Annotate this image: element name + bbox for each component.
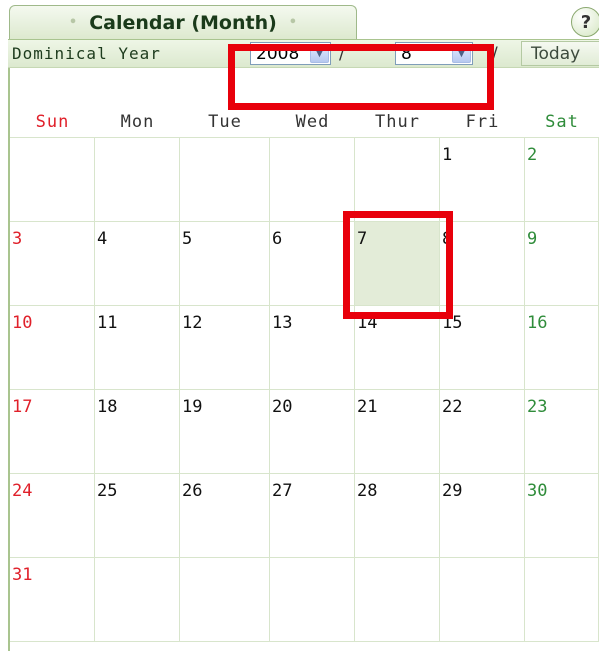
day-cell-empty <box>180 138 270 222</box>
day-cell-24[interactable]: 24 <box>10 474 95 558</box>
day-cell-17[interactable]: 17 <box>10 390 95 474</box>
day-cell-19[interactable]: 19 <box>180 390 270 474</box>
day-number: 10 <box>12 313 33 333</box>
day-number: 8 <box>442 229 453 249</box>
day-number: 28 <box>357 481 378 501</box>
day-number: 29 <box>442 481 463 501</box>
day-cell-empty <box>355 138 440 222</box>
day-cell-26[interactable]: 26 <box>180 474 270 558</box>
day-cell-13[interactable]: 13 <box>270 306 355 390</box>
day-cell-31[interactable]: 31 <box>10 558 95 642</box>
day-number: 26 <box>182 481 203 501</box>
day-cell-15[interactable]: 15 <box>440 306 525 390</box>
day-number: 7 <box>357 229 368 249</box>
day-number: 16 <box>527 313 548 333</box>
day-number: 13 <box>272 313 293 333</box>
day-number: 23 <box>527 397 548 417</box>
day-number: 2 <box>527 145 538 165</box>
dominical-year-label: Dominical Year <box>12 44 161 63</box>
day-cell-18[interactable]: 18 <box>95 390 180 474</box>
day-number: 22 <box>442 397 463 417</box>
weekday-header-sun: Sun <box>35 112 70 132</box>
day-cell-7[interactable]: 7 <box>355 222 440 306</box>
tab-dot-left: • <box>68 15 78 30</box>
tab-title: Calendar (Month) <box>89 11 277 34</box>
day-cell-9[interactable]: 9 <box>525 222 599 306</box>
day-cell-empty <box>95 138 180 222</box>
weekday-header-sat: Sat <box>545 112 579 132</box>
day-number: 18 <box>97 397 118 417</box>
weekday-header-wed: Wed <box>295 112 330 132</box>
chevron-down-icon[interactable]: ▼ <box>310 44 329 63</box>
weekday-header-fri: Fri <box>465 112 500 132</box>
day-cell-2[interactable]: 2 <box>525 138 599 222</box>
day-number: 25 <box>97 481 118 501</box>
help-icon[interactable]: ? <box>571 7 599 37</box>
day-cell-1[interactable]: 1 <box>440 138 525 222</box>
day-cell-14[interactable]: 14 <box>355 306 440 390</box>
day-number: 12 <box>182 313 203 333</box>
weekday-header-tue: Tue <box>208 112 242 132</box>
year-select[interactable]: 2008 ▼ <box>250 42 331 65</box>
calendar-toolbar: Dominical Year 2008 ▼ / 8 ▼ / Today <box>8 39 599 68</box>
day-number: 19 <box>182 397 203 417</box>
day-cell-4[interactable]: 4 <box>95 222 180 306</box>
today-button[interactable]: Today <box>521 41 599 66</box>
day-cell-empty <box>180 558 270 642</box>
day-number: 5 <box>182 229 193 249</box>
day-cell-21[interactable]: 21 <box>355 390 440 474</box>
trailing-separator: / <box>492 44 499 64</box>
calendar-month-tab[interactable]: • Calendar (Month) • <box>9 5 357 39</box>
day-cell-12[interactable]: 12 <box>180 306 270 390</box>
day-number: 21 <box>357 397 378 417</box>
day-number: 4 <box>97 229 108 249</box>
day-cell-empty <box>95 558 180 642</box>
day-cell-empty <box>355 558 440 642</box>
day-cell-8[interactable]: 8 <box>440 222 525 306</box>
day-cell-23[interactable]: 23 <box>525 390 599 474</box>
day-number: 6 <box>272 229 283 249</box>
tab-dot-right: • <box>288 15 298 30</box>
chevron-down-icon[interactable]: ▼ <box>452 44 471 63</box>
month-select-value: 8 <box>401 44 412 64</box>
day-cell-28[interactable]: 28 <box>355 474 440 558</box>
day-number: 14 <box>357 313 378 333</box>
date-separator: / <box>339 44 346 64</box>
day-cell-22[interactable]: 22 <box>440 390 525 474</box>
day-cell-empty <box>525 558 599 642</box>
day-number: 20 <box>272 397 293 417</box>
day-cell-6[interactable]: 6 <box>270 222 355 306</box>
day-cell-5[interactable]: 5 <box>180 222 270 306</box>
day-cell-10[interactable]: 10 <box>10 306 95 390</box>
day-cell-29[interactable]: 29 <box>440 474 525 558</box>
day-cell-empty <box>270 558 355 642</box>
day-cell-empty <box>440 558 525 642</box>
day-number: 30 <box>527 481 548 501</box>
weekday-header-mon: Mon <box>120 112 155 132</box>
day-cell-30[interactable]: 30 <box>525 474 599 558</box>
month-select[interactable]: 8 ▼ <box>395 42 473 65</box>
day-number: 3 <box>12 229 23 249</box>
weekday-header-thur: Thur <box>375 112 420 132</box>
day-number: 17 <box>12 397 33 417</box>
day-cell-empty <box>10 138 95 222</box>
day-cell-3[interactable]: 3 <box>10 222 95 306</box>
day-number: 11 <box>97 313 118 333</box>
day-number: 1 <box>442 145 453 165</box>
day-cell-20[interactable]: 20 <box>270 390 355 474</box>
day-number: 15 <box>442 313 463 333</box>
day-number: 27 <box>272 481 293 501</box>
day-number: 24 <box>12 481 33 501</box>
day-cell-empty <box>270 138 355 222</box>
day-cell-11[interactable]: 11 <box>95 306 180 390</box>
day-number: 31 <box>12 565 33 585</box>
day-cell-25[interactable]: 25 <box>95 474 180 558</box>
day-cell-27[interactable]: 27 <box>270 474 355 558</box>
day-number: 9 <box>527 229 538 249</box>
day-cell-16[interactable]: 16 <box>525 306 599 390</box>
year-select-value: 2008 <box>256 44 300 64</box>
